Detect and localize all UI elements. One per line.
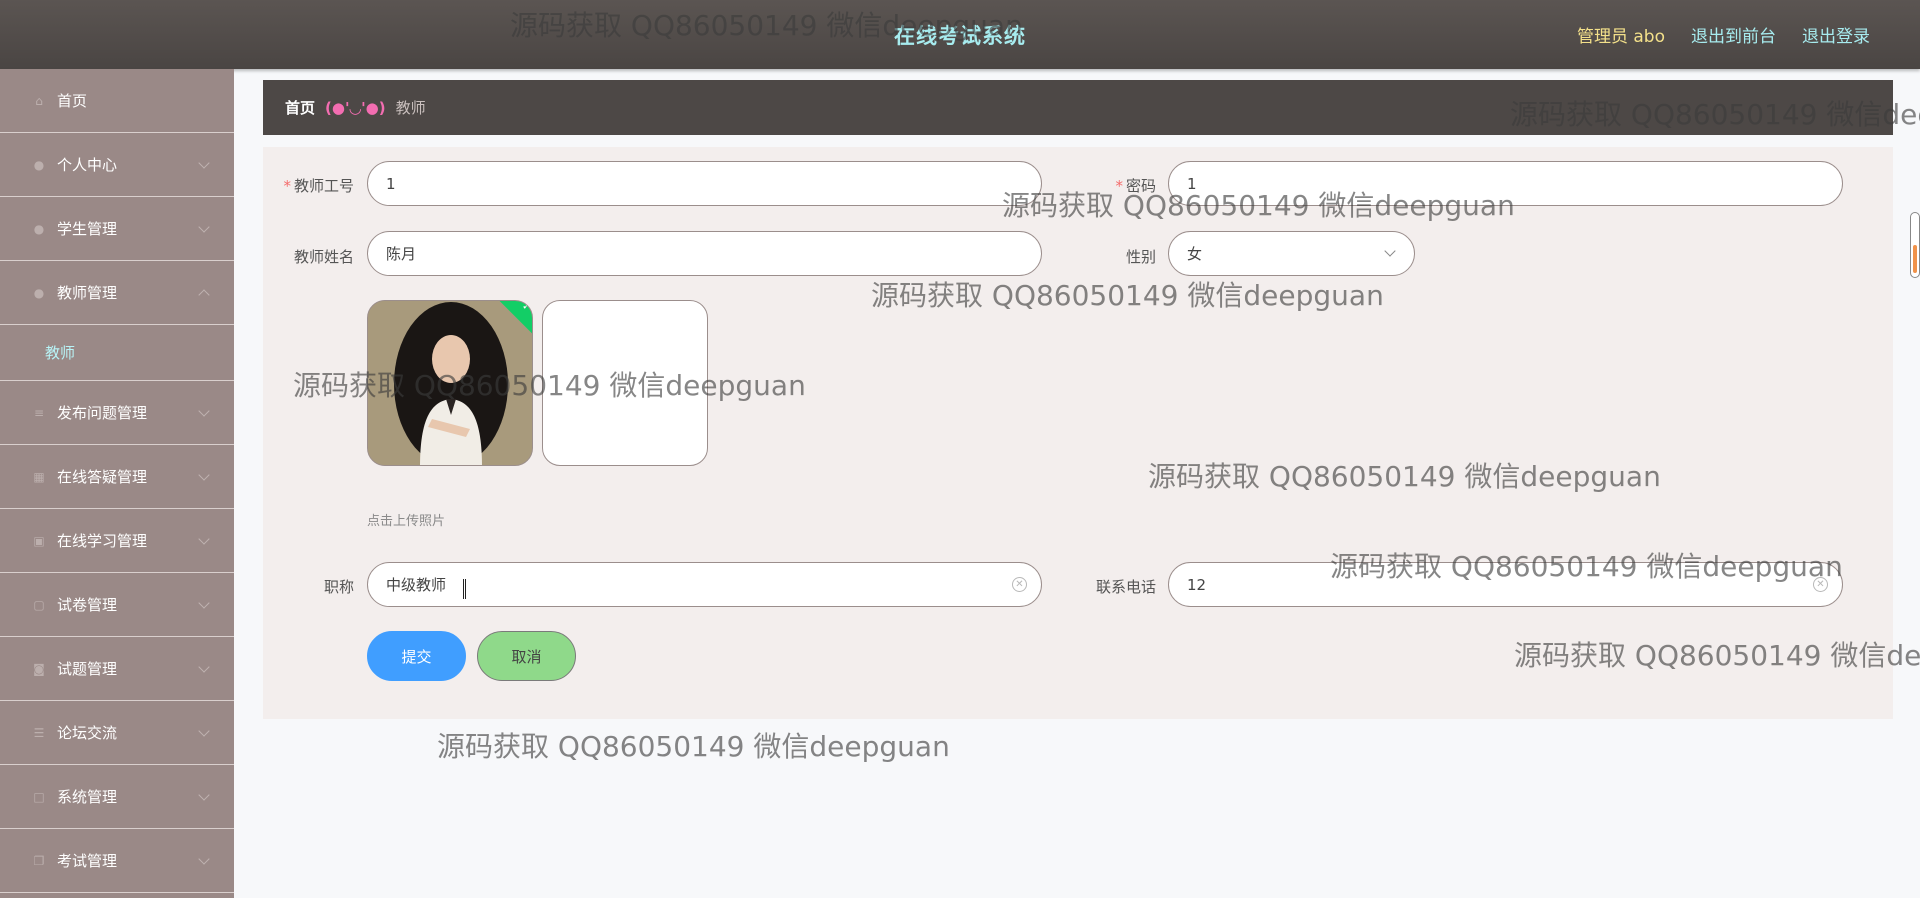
sidebar-item-label: 发布问题管理 (57, 404, 148, 422)
chevron-up-icon (198, 289, 210, 301)
breadcrumb-current: 教师 (395, 99, 426, 117)
breadcrumb: 首页 (●'◡'●) 教师 (263, 80, 1893, 135)
admin-label: 管理员 abo (1576, 27, 1665, 47)
watermark: 源码获取 QQ86050149 微信deepguan (437, 730, 950, 763)
chevron-down-icon (198, 725, 210, 737)
sidebar-item-label: 考试管理 (57, 852, 118, 870)
chevron-down-icon (198, 853, 210, 865)
password-label: * 密码 (1115, 177, 1156, 195)
chevron-down-icon (198, 469, 210, 481)
clear-icon[interactable]: ✕ (1012, 577, 1027, 592)
sidebar-item-system-management[interactable]: □ 系统管理 (0, 765, 234, 829)
sidebar-item-label: 试卷管理 (57, 596, 118, 614)
teacher-photo-thumbnail[interactable]: ✓ (367, 300, 533, 466)
doc-icon: ▢ (33, 597, 45, 612)
sidebar-item-question-management[interactable]: ◙ 试题管理 (0, 637, 234, 701)
breadcrumb-home[interactable]: 首页 (285, 97, 315, 118)
check-icon: ✓ (521, 300, 532, 313)
text-cursor-icon (463, 579, 466, 599)
sidebar-item-label: 教师管理 (57, 284, 118, 302)
password-input[interactable]: 1 (1168, 161, 1843, 206)
teacher-id-label: * 教师工号 (283, 177, 354, 195)
chevron-down-icon (198, 157, 210, 169)
sidebar-subitem-teacher[interactable]: 教师 (0, 325, 234, 381)
chevron-down-icon (1384, 245, 1396, 257)
sidebar-item-student-management[interactable]: ● 学生管理 (0, 197, 234, 261)
sidebar-item-label: 试题管理 (57, 660, 118, 678)
chevron-down-icon (198, 789, 210, 801)
page-scrollbar[interactable] (1910, 212, 1920, 278)
logout-link[interactable]: 退出登录 (1802, 22, 1870, 47)
top-header: 在线考试系统 管理员 abo 退出到前台 退出登录 (0, 0, 1920, 69)
sidebar-item-label: 首页 (57, 92, 88, 110)
sidebar: ⌂ 首页 ● 个人中心 ● 学生管理 ● 教师管理 教师 ≡ 发布问题管理 ▦ … (0, 69, 234, 898)
title-label: 职称 (323, 578, 354, 596)
chevron-down-icon (198, 661, 210, 673)
menu-icon: ☰ (33, 725, 45, 740)
teacher-portrait-image (368, 301, 532, 465)
scrollbar-thumb[interactable] (1913, 245, 1917, 273)
title-input[interactable]: 中级教师 ✕ (367, 562, 1042, 607)
copy-icon: ❐ (33, 853, 45, 868)
user-icon: ● (33, 285, 45, 300)
exit-to-frontend-link[interactable]: 退出到前台 (1691, 22, 1776, 47)
submit-button[interactable]: 提交 (367, 631, 466, 681)
chevron-down-icon (198, 597, 210, 609)
sidebar-item-label: 在线学习管理 (57, 532, 148, 550)
sidebar-item-online-qa[interactable]: ▦ 在线答疑管理 (0, 445, 234, 509)
sidebar-item-label: 学生管理 (57, 220, 118, 238)
sidebar-item-personal-center[interactable]: ● 个人中心 (0, 133, 234, 197)
phone-label: 联系电话 (1095, 578, 1156, 596)
list-icon: ≡ (33, 405, 45, 420)
sidebar-item-exam-management[interactable]: ❐ 考试管理 (0, 829, 234, 893)
sidebar-item-label: 在线答疑管理 (57, 468, 148, 486)
gender-select[interactable]: 女 (1168, 231, 1415, 276)
sidebar-item-teacher-management[interactable]: ● 教师管理 (0, 261, 234, 325)
user-icon: ● (33, 221, 45, 236)
header-actions: 管理员 abo 退出到前台 退出登录 (1577, 22, 1870, 47)
upload-hint: 点击上传照片 (367, 514, 446, 529)
upload-photo-button[interactable] (542, 300, 708, 466)
home-icon: ⌂ (35, 93, 43, 108)
teacher-id-input[interactable]: 1 (367, 161, 1042, 206)
teacher-name-input[interactable]: 陈月 (367, 231, 1042, 276)
chevron-down-icon (198, 533, 210, 545)
cancel-button[interactable]: 取消 (477, 631, 576, 681)
chevron-down-icon (198, 221, 210, 233)
sidebar-item-paper-management[interactable]: ▢ 试卷管理 (0, 573, 234, 637)
clear-icon[interactable]: ✕ (1813, 577, 1828, 592)
sidebar-item-online-learning[interactable]: ▣ 在线学习管理 (0, 509, 234, 573)
chevron-down-icon (198, 405, 210, 417)
grid-icon: ▦ (33, 469, 45, 484)
phone-input[interactable]: 12 ✕ (1168, 562, 1843, 607)
breadcrumb-separator: (●'◡'●) (325, 98, 386, 117)
gender-label: 性别 (1125, 248, 1156, 266)
user-icon: ● (33, 157, 45, 172)
calendar-icon: ▣ (33, 533, 45, 548)
square-icon: □ (33, 789, 45, 804)
teacher-name-label: 教师姓名 (293, 248, 354, 266)
sidebar-item-forum[interactable]: ☰ 论坛交流 (0, 701, 234, 765)
camera-icon: ◙ (33, 661, 45, 676)
sidebar-item-question-publish[interactable]: ≡ 发布问题管理 (0, 381, 234, 445)
sidebar-item-label: 个人中心 (57, 156, 118, 174)
sidebar-item-label: 系统管理 (57, 788, 118, 806)
sidebar-item-home[interactable]: ⌂ 首页 (0, 69, 234, 133)
sidebar-item-label: 论坛交流 (57, 724, 118, 742)
